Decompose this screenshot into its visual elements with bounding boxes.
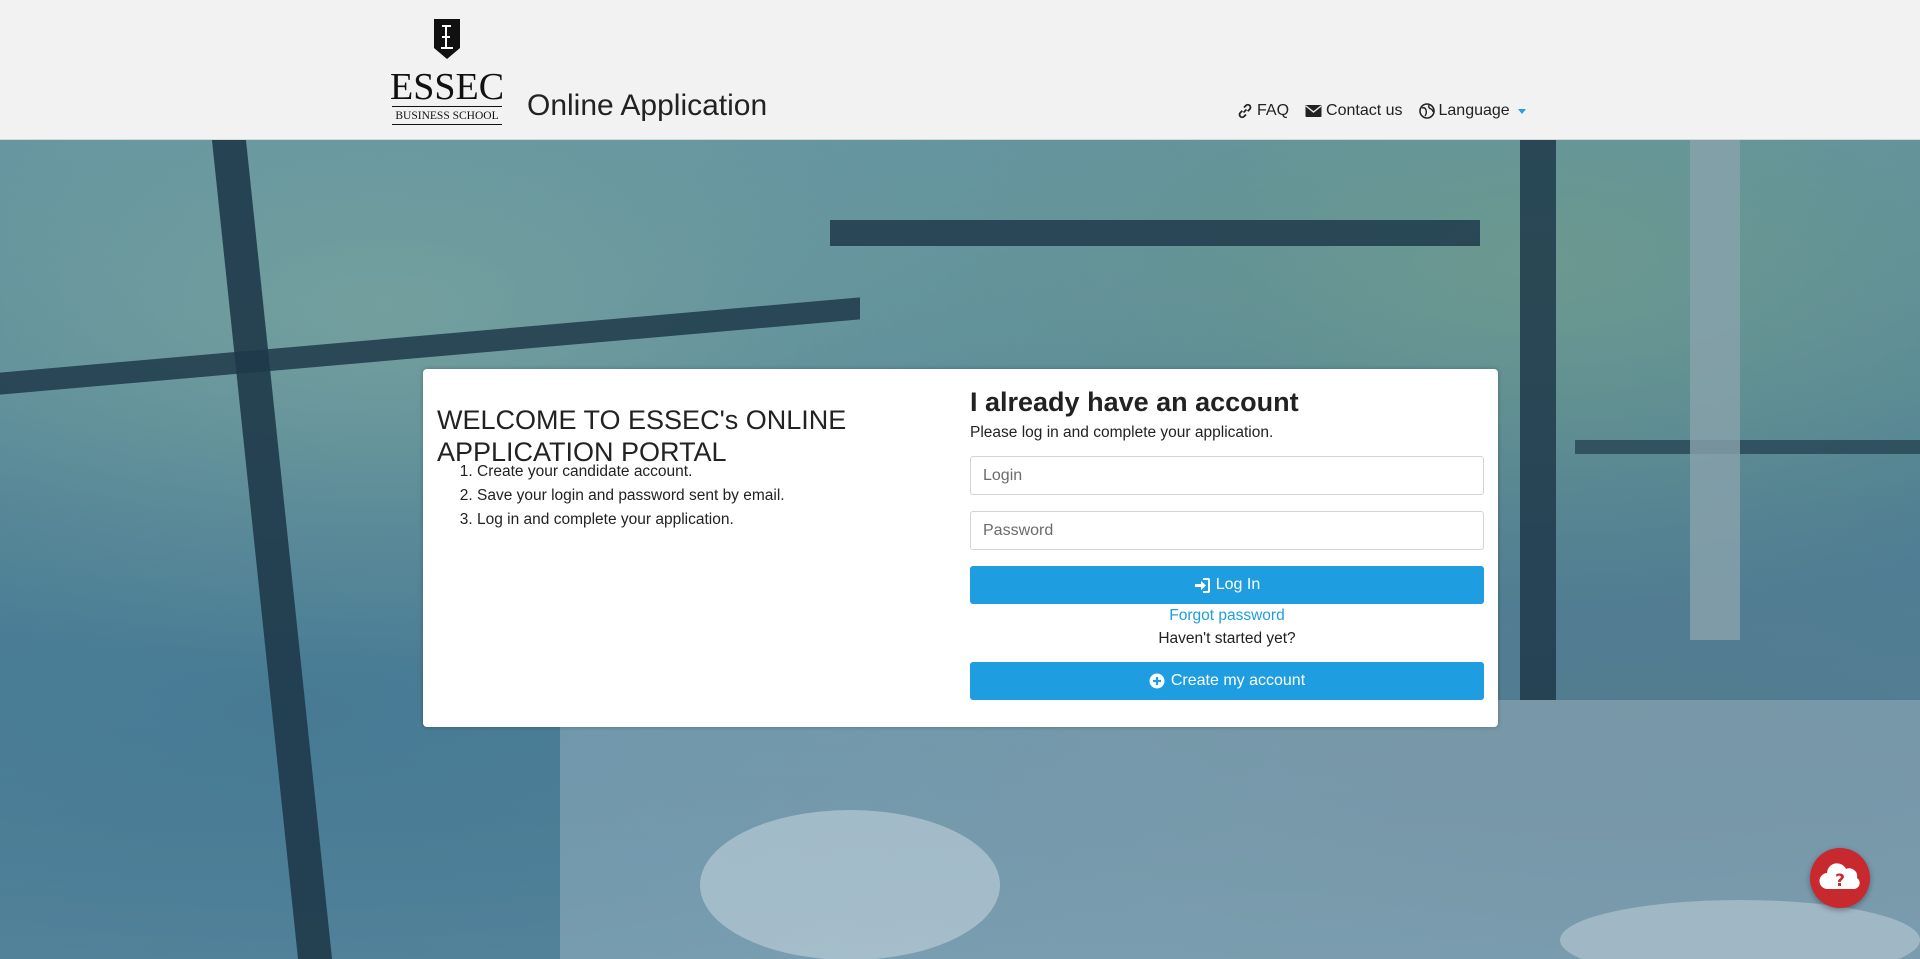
login-button[interactable]: Log In	[970, 566, 1484, 604]
nav-faq-label: FAQ	[1257, 102, 1290, 119]
welcome-title: WELCOME TO ESSEC's ONLINE APPLICATION PO…	[437, 405, 847, 468]
password-input[interactable]	[970, 511, 1484, 550]
globe-icon	[1418, 103, 1435, 119]
login-subtitle: Please log in and complete your applicat…	[970, 424, 1274, 441]
shield-logo-icon	[434, 19, 460, 59]
list-item: Create your candidate account.	[477, 460, 785, 484]
top-navigation: FAQ Contact us Language	[1237, 102, 1542, 120]
nav-contact-label: Contact us	[1326, 102, 1403, 119]
forgot-password-link[interactable]: Forgot password	[970, 607, 1484, 625]
svg-text:?: ?	[1835, 871, 1845, 891]
create-account-button-label: Create my account	[1170, 672, 1306, 689]
list-item: Log in and complete your application.	[477, 508, 785, 532]
login-button-label: Log In	[1215, 576, 1261, 593]
login-input[interactable]	[970, 456, 1484, 495]
envelope-icon	[1305, 105, 1322, 117]
nav-contact[interactable]: Contact us	[1305, 102, 1403, 120]
essec-logo[interactable]: ESSEC BUSINESS SCHOOL	[390, 18, 504, 126]
window-frame	[211, 140, 333, 959]
not-started-text: Haven't started yet?	[1158, 630, 1296, 647]
nav-faq[interactable]: FAQ	[1237, 102, 1289, 120]
create-account-button[interactable]: Create my account	[970, 662, 1484, 700]
nav-language-label: Language	[1438, 102, 1510, 119]
question-cloud-icon: ?	[1819, 863, 1860, 891]
window-frame	[1520, 140, 1556, 700]
nav-language-dropdown[interactable]: Language	[1418, 102, 1526, 120]
window-frame	[1575, 440, 1920, 454]
login-card: WELCOME TO ESSEC's ONLINE APPLICATION PO…	[423, 369, 1498, 727]
table	[700, 810, 1000, 959]
list-item: Save your login and password sent by ema…	[477, 484, 785, 508]
steps-list: Create your candidate account. Save your…	[437, 460, 785, 532]
logo-subtext: BUSINESS SCHOOL	[392, 106, 502, 125]
plus-circle-icon	[1149, 673, 1165, 689]
pillar	[1690, 140, 1740, 640]
sign-in-icon	[1194, 577, 1210, 593]
window-frame	[830, 220, 1480, 246]
login-title: I already have an account	[970, 387, 1299, 417]
site-title: Online Application	[527, 89, 768, 122]
site-header: ESSEC BUSINESS SCHOOL Online Application…	[0, 0, 1920, 140]
help-chat-button[interactable]: ?	[1810, 848, 1870, 908]
link-icon	[1238, 103, 1252, 119]
caret-down-icon	[1517, 108, 1526, 114]
logo-wordmark: ESSEC	[390, 66, 505, 108]
login-section: I already have an account Please log in …	[970, 386, 1484, 700]
